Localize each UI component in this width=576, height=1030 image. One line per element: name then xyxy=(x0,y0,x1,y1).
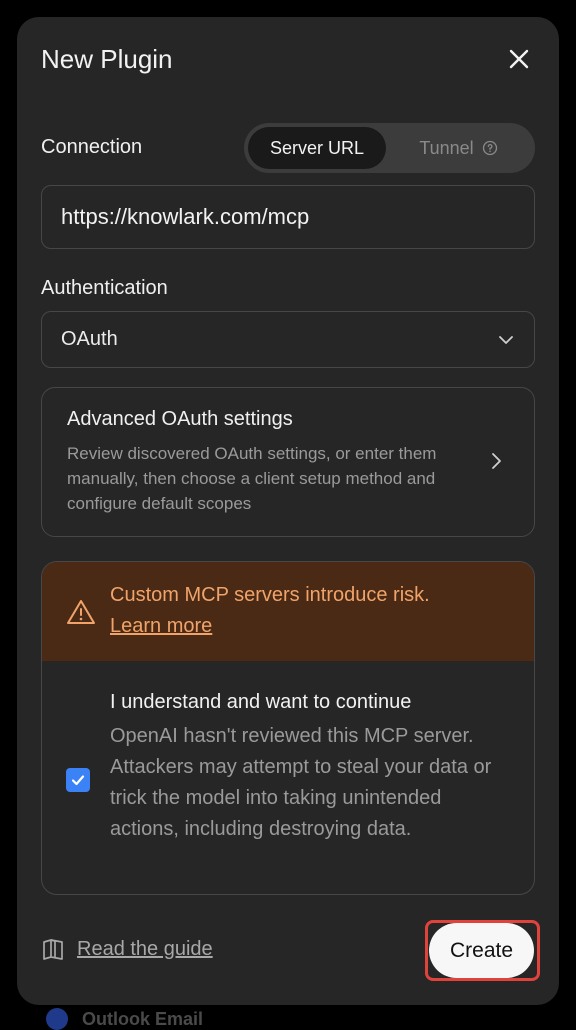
risk-title: Custom MCP servers introduce risk. xyxy=(110,584,430,606)
read-guide-label: Read the guide xyxy=(77,937,213,960)
risk-warning-header: Custom MCP servers introduce risk. Learn… xyxy=(42,562,534,661)
checkmark-icon xyxy=(71,775,85,786)
close-button[interactable] xyxy=(505,45,533,73)
advanced-oauth-description: Review discovered OAuth settings, or ent… xyxy=(67,444,437,513)
dialog-title: New Plugin xyxy=(41,44,173,74)
server-url-option[interactable]: Server URL xyxy=(248,127,386,169)
advanced-oauth-title: Advanced OAuth settings xyxy=(67,408,293,430)
backdrop-item-label: Outlook Email xyxy=(82,1008,204,1029)
risk-warning-panel: Custom MCP servers introduce risk. Learn… xyxy=(41,561,535,895)
consent-description: OpenAI hasn't reviewed this MCP server. … xyxy=(110,725,492,840)
question-circle-icon xyxy=(482,140,497,156)
connection-toggle: Server URL Tunnel xyxy=(244,123,535,173)
create-button-label: Create xyxy=(449,938,514,962)
new-plugin-dialog: New Plugin Connection Server URL Tunnel … xyxy=(17,17,559,1005)
tunnel-option[interactable]: Tunnel xyxy=(386,127,531,169)
consent-section: I understand and want to continue OpenAI… xyxy=(42,661,534,894)
backdrop-list-item: Outlook Email xyxy=(46,1008,203,1030)
advanced-oauth-settings[interactable]: Advanced OAuth settings Review discovere… xyxy=(41,387,535,537)
server-url-value: https://knowlark.com/mcp xyxy=(61,204,310,229)
consent-checkbox[interactable] xyxy=(66,768,90,792)
create-button[interactable]: Create xyxy=(429,923,534,978)
server-url-input[interactable]: https://knowlark.com/mcp xyxy=(41,185,535,249)
close-icon xyxy=(509,49,529,69)
chevron-right-icon xyxy=(492,453,501,469)
authentication-label: Authentication xyxy=(41,277,168,299)
consent-title: I understand and want to continue xyxy=(110,691,412,713)
learn-more-link[interactable]: Learn more xyxy=(110,615,212,638)
server-url-label: Server URL xyxy=(269,137,365,158)
read-guide-link[interactable]: Read the guide xyxy=(41,937,213,961)
book-icon xyxy=(43,939,63,960)
warning-triangle-icon xyxy=(67,600,95,624)
authentication-value: OAuth xyxy=(61,328,118,350)
authentication-select[interactable]: OAuth xyxy=(41,311,535,368)
app-avatar xyxy=(46,1008,68,1030)
connection-label: Connection xyxy=(41,136,143,158)
chevron-down-icon xyxy=(499,335,513,344)
tunnel-label: Tunnel xyxy=(419,137,474,158)
